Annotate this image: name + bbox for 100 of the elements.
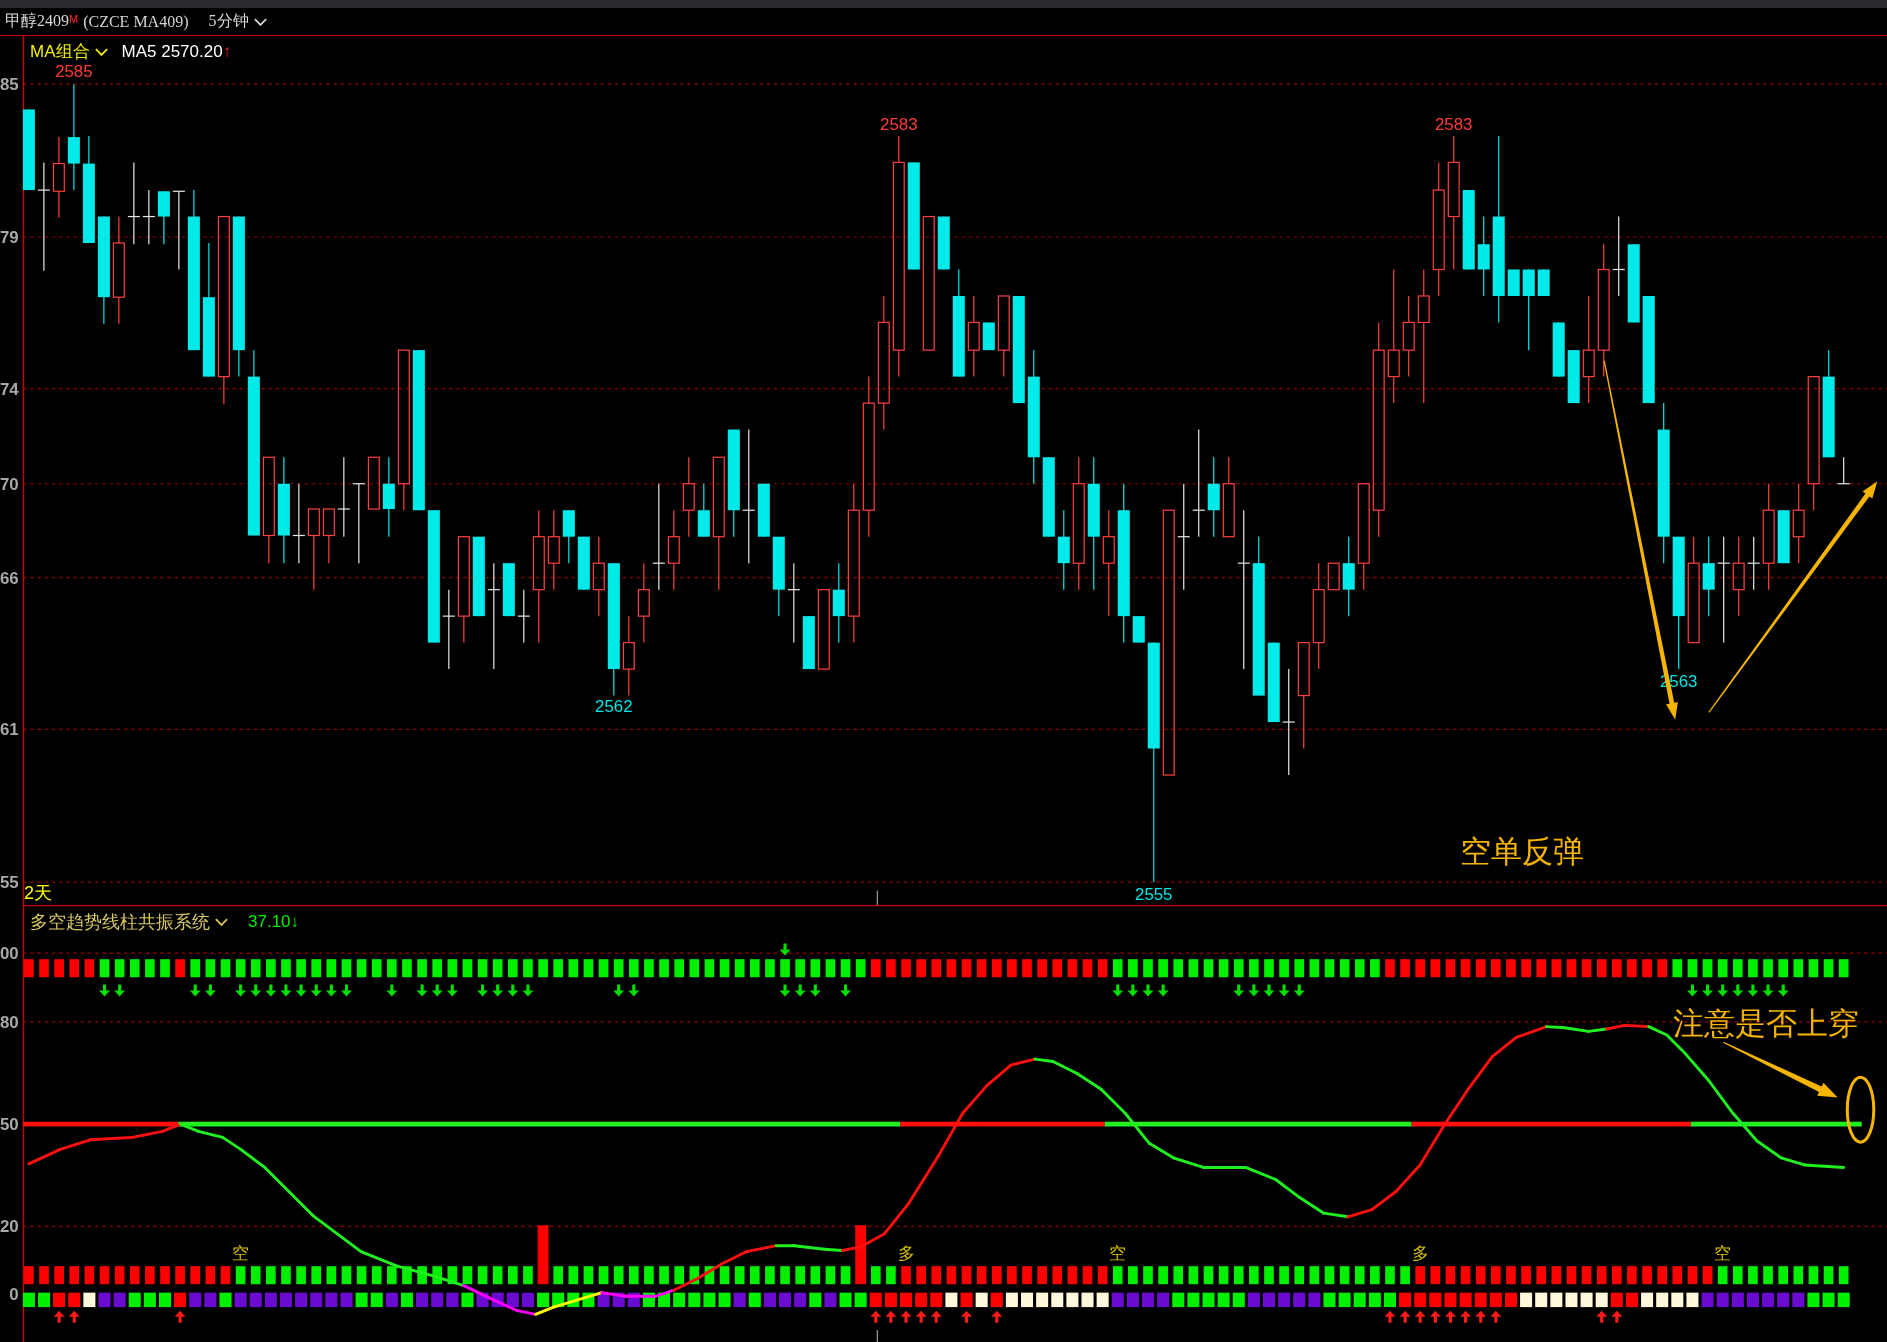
trend-arrow: ↑ [222, 41, 232, 62]
range-label: 2天 [24, 883, 53, 903]
axis-label: 61 [0, 720, 19, 740]
annotation-text: 注意是否上穿 [1672, 1005, 1859, 1041]
up-arrow-icon [900, 1310, 912, 1323]
down-arrow-icon [522, 984, 534, 997]
down-arrow-icon [492, 984, 504, 997]
signal-label: 空 [1714, 1243, 1732, 1263]
down-arrow-icon [477, 984, 488, 997]
up-arrow-icon [53, 1310, 65, 1323]
down-arrow-icon [280, 984, 292, 997]
up-arrow-icon [870, 1310, 882, 1323]
axis-label: 55 [0, 873, 19, 893]
up-arrow-icon [961, 1310, 972, 1323]
down-arrow-icon [235, 984, 246, 997]
axis-label: 50 [0, 1115, 19, 1135]
up-arrow-icon [1596, 1310, 1608, 1323]
down-arrow-icon [1762, 984, 1774, 997]
up-arrow-icon [1429, 1310, 1441, 1323]
down-arrow-icon [1732, 984, 1744, 997]
price-label: 2583 [880, 114, 918, 134]
down-arrow-icon [809, 984, 821, 997]
price-label: 2585 [55, 61, 93, 81]
signal-label: 多 [897, 1243, 915, 1263]
down-arrow-icon [431, 984, 443, 997]
down-arrow-icon [1293, 984, 1305, 997]
up-arrow-icon [885, 1310, 897, 1323]
axis-label: 0 [9, 1284, 19, 1304]
price-label: 2583 [1435, 114, 1473, 134]
down-arrow-icon [613, 984, 625, 997]
axis-label: 66 [0, 568, 19, 588]
axis-label: 70 [0, 474, 19, 494]
spike-bar [537, 1225, 549, 1285]
axis-label: 74 [0, 379, 19, 399]
up-arrow-icon [68, 1310, 80, 1323]
down-arrow-icon [250, 984, 262, 997]
up-arrow-icon [915, 1310, 927, 1323]
axis-label: 00 [0, 944, 19, 964]
spike-bar [855, 1225, 867, 1285]
up-arrow-icon [991, 1310, 1003, 1323]
axis-label: 80 [0, 1012, 19, 1032]
indicator-dropdown[interactable]: 多空趋势线柱共振系统 [30, 910, 228, 934]
down-arrow-icon [341, 984, 352, 997]
down-arrow-icon [310, 984, 322, 997]
down-arrow-icon [1248, 984, 1260, 997]
axis-label: 79 [0, 228, 19, 247]
down-arrow-icon [1777, 984, 1789, 997]
down-arrow-icon [628, 984, 640, 997]
down-arrow-icon [1702, 984, 1713, 997]
down-arrow-icon [1233, 984, 1245, 997]
down-arrow-icon [189, 984, 201, 997]
contract-code: (CZCE MA409) [83, 12, 189, 31]
trend-arrow: ↓ [290, 912, 300, 932]
up-arrow-icon [1490, 1310, 1502, 1323]
down-arrow-icon [325, 984, 337, 997]
indicator-dropdown[interactable]: MA组合 [30, 40, 108, 63]
up-arrow-icon [1414, 1310, 1426, 1323]
down-arrow-icon [1142, 984, 1154, 997]
up-arrow-icon [174, 1310, 186, 1323]
signal-label: 多 [1411, 1243, 1429, 1263]
down-arrow-icon [1717, 984, 1729, 997]
axis-label: 20 [0, 1217, 19, 1237]
down-arrow-icon [114, 984, 126, 997]
caret-icon [94, 47, 108, 56]
indicator-reading: 37.10 [248, 912, 291, 932]
down-arrow-icon [794, 984, 806, 997]
ma-reading: MA5 2570.20 [121, 41, 223, 62]
axis-label: 85 [0, 75, 19, 95]
down-arrow-icon [779, 943, 791, 956]
down-arrow-icon [265, 984, 277, 997]
annotation-text: 空单反弹 [1459, 833, 1584, 869]
highlight-ellipse [1845, 1075, 1876, 1144]
signal-label: 空 [232, 1243, 250, 1263]
down-arrow-icon [1112, 984, 1124, 997]
down-arrow-icon [1747, 984, 1759, 997]
down-arrow-icon [840, 984, 851, 997]
up-arrow-icon [1475, 1310, 1487, 1323]
up-arrow-icon [1460, 1310, 1471, 1323]
down-arrow-icon [416, 984, 428, 997]
up-arrow-icon [1611, 1310, 1623, 1323]
contract-mark: M [69, 13, 79, 25]
period-dropdown[interactable]: 5分钟 [208, 11, 267, 32]
down-arrow-icon [99, 984, 110, 997]
down-arrow-icon [1127, 984, 1139, 997]
up-arrow-icon [1399, 1310, 1411, 1323]
down-arrow-icon [1278, 984, 1290, 997]
down-arrow-icon [1687, 984, 1698, 997]
down-arrow-icon [295, 984, 307, 997]
price-label: 2555 [1135, 885, 1173, 905]
up-arrow-icon [1384, 1310, 1396, 1323]
caret-icon [215, 918, 228, 926]
down-arrow-icon [507, 984, 519, 997]
down-arrow-icon [204, 984, 216, 997]
up-arrow-icon [1445, 1310, 1456, 1323]
down-arrow-icon [386, 984, 398, 997]
caret-icon [253, 17, 267, 26]
down-arrow-icon [446, 984, 458, 997]
down-arrow-icon [1157, 984, 1169, 997]
down-arrow-icon [779, 984, 791, 997]
down-arrow-icon [1263, 984, 1275, 997]
